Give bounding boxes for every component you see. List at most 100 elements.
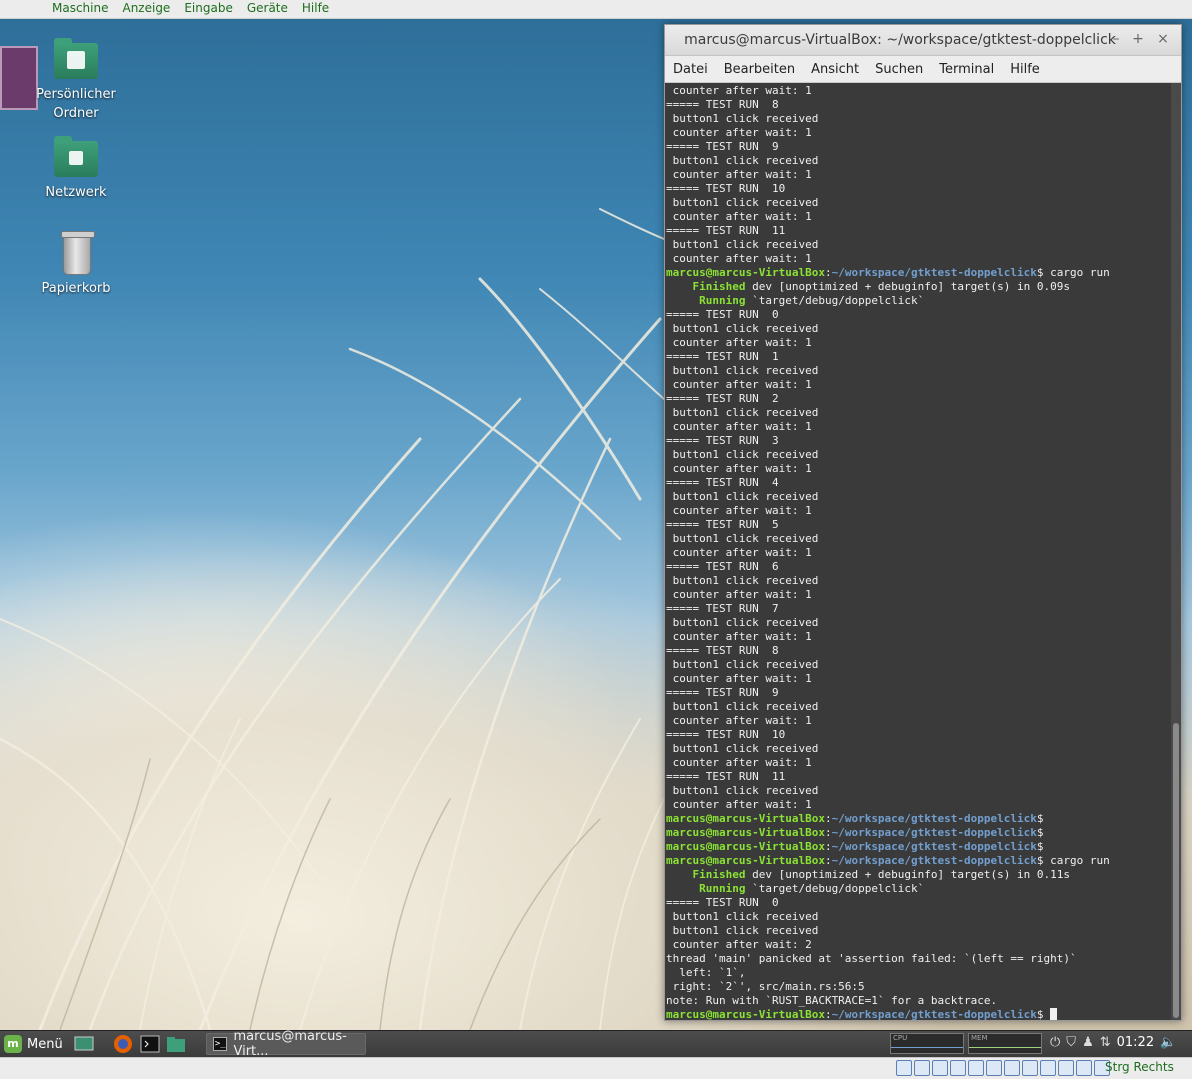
taskbar-item-terminal[interactable]: >_ marcus@marcus-Virt... [206,1029,366,1059]
terminal-line: counter after wait: 1 [666,546,812,559]
terminal-line: ===== TEST RUN 1 [666,350,779,363]
terminal-line: button1 click received [666,924,819,937]
terminal-line: ===== TEST RUN 11 [666,224,786,237]
scrollbar-thumb[interactable] [1173,723,1179,1018]
terminal-line: ===== TEST RUN 3 [666,434,779,447]
terminal-line: counter after wait: 1 [666,126,812,139]
display-icon[interactable] [1004,1060,1020,1076]
host-key-label: Strg Rechts [1105,1060,1174,1074]
terminal-line: button1 click received [666,196,819,209]
shield-icon[interactable]: ⛉ [1066,1035,1076,1050]
terminal-line: button1 click received [666,910,819,923]
system-tray: ⏻ ⛉ ♟ ⇅ 01:22 🔈 [1050,1035,1176,1050]
file-manager-icon[interactable] [166,1034,186,1054]
terminal-status-line: Running `target/debug/doppelclick` [666,294,925,307]
terminal-output[interactable]: counter after wait: 1 ===== TEST RUN 8 bu… [665,83,1171,1020]
desktop-icon-network[interactable]: Netzwerk [31,135,121,202]
network-folder-icon [53,135,99,181]
terminal-line: counter after wait: 1 [666,168,812,181]
audio-icon[interactable] [932,1060,948,1076]
maximize-button[interactable]: + [1129,30,1147,48]
shared-folder-icon[interactable] [986,1060,1002,1076]
terminal-menu-item[interactable]: Hilfe [1010,62,1040,77]
terminal-line: left: `1`, [666,966,746,979]
terminal-line: counter after wait: 1 [666,252,812,265]
terminal-line: ===== TEST RUN 7 [666,602,779,615]
terminal-menu-item[interactable]: Terminal [939,62,994,77]
terminal-line: button1 click received [666,784,819,797]
terminal-line: ===== TEST RUN 2 [666,392,779,405]
terminal-line: button1 click received [666,490,819,503]
vbox-menu-item[interactable]: Hilfe [302,1,329,15]
terminal-line: counter after wait: 2 [666,938,812,951]
volume-icon[interactable]: 🔈 [1160,1035,1176,1050]
terminal-prompt-line: marcus@marcus-VirtualBox:~/workspace/gtk… [666,826,1044,839]
terminal-line: counter after wait: 1 [666,210,812,223]
terminal-line: counter after wait: 1 [666,420,812,433]
terminal-line: counter after wait: 1 [666,84,812,97]
terminal-status-line: Running `target/debug/doppelclick` [666,882,925,895]
desktop-icon-trash[interactable]: Papierkorb [31,231,121,298]
optical-drive-icon[interactable] [914,1060,930,1076]
terminal-line: counter after wait: 1 [666,798,812,811]
vbox-device-icons [896,1060,1110,1076]
firefox-icon[interactable] [113,1034,133,1054]
terminal-menu-item[interactable]: Bearbeiten [724,62,795,77]
terminal-line: counter after wait: 1 [666,756,812,769]
terminal-menu-item[interactable]: Suchen [875,62,923,77]
terminal-line: counter after wait: 1 [666,630,812,643]
cpu-monitor: CPU [890,1033,964,1054]
terminal-menubar: Datei Bearbeiten Ansicht Suchen Terminal Hilf… [665,56,1181,83]
terminal-line: button1 click received [666,574,819,587]
power-icon[interactable]: ⏻ [1050,1035,1060,1050]
terminal-window[interactable]: marcus@marcus-VirtualBox: ~/workspace/gt… [664,24,1182,1021]
cpu-icon[interactable] [1076,1060,1092,1076]
terminal-title: marcus@marcus-VirtualBox: ~/workspace/gt… [684,32,1116,48]
terminal-line: counter after wait: 1 [666,336,812,349]
desktop-icon-label: Persönlicher Ordner [36,87,116,121]
terminal-scrollbar[interactable] [1171,83,1181,1020]
vbox-menu-item[interactable]: Geräte [247,1,288,15]
hard-disk-icon[interactable] [896,1060,912,1076]
keyboard-icon[interactable] [1058,1060,1074,1076]
user-icon[interactable]: ♟ [1082,1035,1094,1050]
network-icon[interactable]: ⇅ [1100,1035,1111,1050]
terminal-line: counter after wait: 1 [666,462,812,475]
desktop-icon-label: Papierkorb [41,281,111,296]
desktop-icon-home[interactable]: Persönlicher Ordner [31,37,121,123]
terminal-line: button1 click received [666,112,819,125]
terminal-line: button1 click received [666,448,819,461]
terminal-titlebar[interactable]: marcus@marcus-VirtualBox: ~/workspace/gt… [665,25,1181,56]
terminal-menu-item[interactable]: Ansicht [811,62,859,77]
terminal-prompt-line: marcus@marcus-VirtualBox:~/workspace/gtk… [666,840,1044,853]
terminal-line: button1 click received [666,532,819,545]
terminal-line: button1 click received [666,658,819,671]
terminal-status-line: Finished dev [unoptimized + debuginfo] t… [666,280,1070,293]
show-desktop-icon[interactable] [74,1034,94,1054]
terminal-line: ===== TEST RUN 10 [666,182,786,195]
terminal-menu-item[interactable]: Datei [673,62,708,77]
terminal-line: ===== TEST RUN 8 [666,98,779,111]
terminal-line: counter after wait: 1 [666,714,812,727]
vbox-menu-item[interactable]: Maschine [52,1,108,15]
terminal-launcher-icon[interactable] [140,1034,160,1054]
network-adapter-icon[interactable] [950,1060,966,1076]
terminal-prompt-line: marcus@marcus-VirtualBox:~/workspace/gtk… [666,266,1110,279]
vbox-menu-item[interactable]: Eingabe [184,1,233,15]
terminal-prompt-line: marcus@marcus-VirtualBox:~/workspace/gtk… [666,854,1110,867]
clock[interactable]: 01:22 [1117,1035,1154,1050]
terminal-line: ===== TEST RUN 8 [666,644,779,657]
usb-icon[interactable] [968,1060,984,1076]
minimize-button[interactable]: – [1107,30,1125,48]
home-folder-icon [53,37,99,83]
close-button[interactable]: × [1154,30,1172,48]
terminal-line: ===== TEST RUN 11 [666,770,786,783]
vbox-menu-item[interactable]: Anzeige [122,1,170,15]
terminal-line: counter after wait: 1 [666,504,812,517]
terminal-line: button1 click received [666,406,819,419]
start-menu-button[interactable]: m Menü [4,1034,63,1054]
video-capture-icon[interactable] [1022,1060,1038,1076]
memory-monitor: MEM [968,1033,1042,1054]
mouse-integration-icon[interactable] [1040,1060,1056,1076]
terminal-cursor [1050,1008,1058,1020]
